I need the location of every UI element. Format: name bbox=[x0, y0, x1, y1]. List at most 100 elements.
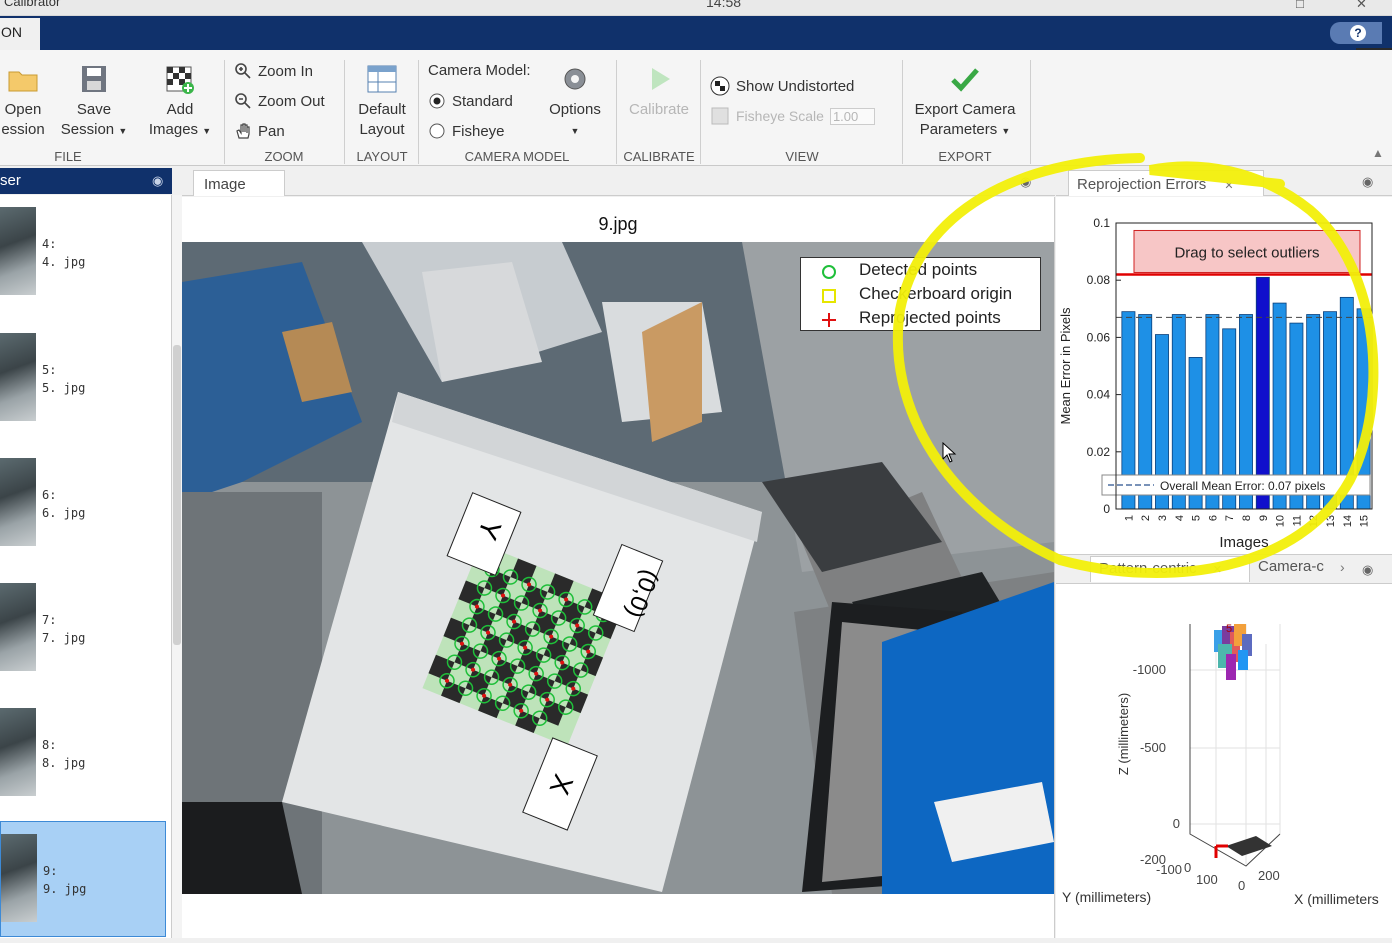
tab-image[interactable]: Image bbox=[193, 170, 285, 196]
extrinsics-3d-plot[interactable]: 5 -1000 -500 0 Z (millimeters) -200 -100… bbox=[1056, 584, 1392, 938]
item-file: 5. jpg bbox=[42, 381, 86, 395]
image-title: 9.jpg bbox=[598, 214, 638, 234]
bar-image-9[interactable] bbox=[1255, 276, 1270, 510]
y-tick: -100 bbox=[1156, 862, 1182, 877]
layout-grid-icon bbox=[367, 65, 397, 93]
calibration-photo[interactable]: Y (0,0) X bbox=[182, 242, 1054, 894]
export-label-1: Export Camera bbox=[914, 101, 1016, 118]
x-tick-label: 14 bbox=[1342, 515, 1354, 527]
add-images-button[interactable]: Add Images ▼ bbox=[142, 64, 218, 141]
browser-scrollbar[interactable] bbox=[172, 195, 182, 938]
drag-outliers-label: Drag to select outliers bbox=[1174, 244, 1319, 261]
section-export-label: EXPORT bbox=[938, 149, 992, 164]
list-item-selected[interactable]: 9: 9. jpg bbox=[0, 821, 166, 937]
panel-options-icon[interactable]: ◉ bbox=[1362, 174, 1373, 190]
list-item[interactable]: 8: 8. jpg bbox=[0, 696, 166, 812]
x-tick-label: 13 bbox=[1325, 515, 1337, 527]
section-zoom-label: ZOOM bbox=[264, 149, 304, 164]
panel-options-icon[interactable]: ◉ bbox=[152, 173, 163, 189]
x-tick-label: 15 bbox=[1359, 515, 1371, 527]
window-titlebar: Calibrator 14:58 □ ✕ bbox=[0, 0, 1392, 16]
list-item[interactable]: 5: 5. jpg bbox=[0, 321, 166, 437]
image-panel-tabbar: ◉ bbox=[182, 168, 1055, 196]
default-layout-label-2: Layout bbox=[359, 121, 405, 138]
x-tick: 200 bbox=[1258, 868, 1280, 883]
tab-pattern-centric[interactable]: Pattern-centric ✕ bbox=[1090, 556, 1250, 582]
reprojection-tab-label: Reprojection Errors bbox=[1077, 176, 1207, 193]
x-tick-label: 3 bbox=[1157, 515, 1169, 521]
fisheye-scale-control: Fisheye Scale 1.00 bbox=[710, 106, 876, 126]
chevron-down-icon: ▼ bbox=[202, 126, 212, 136]
radio-empty-icon bbox=[429, 123, 445, 139]
y-tick-label: 0.06 bbox=[1087, 330, 1111, 344]
pan-hand-icon bbox=[236, 123, 250, 139]
mean-error-legend-label: Overall Mean Error: 0.07 pixels bbox=[1160, 479, 1325, 493]
separator bbox=[224, 60, 225, 164]
collapse-toolstrip-icon[interactable]: ▲ bbox=[1372, 146, 1384, 160]
calibrate-button[interactable]: Calibrate bbox=[622, 64, 696, 120]
fisheye-scale-input[interactable]: 1.00 bbox=[829, 107, 876, 125]
fisheye-label: Fisheye bbox=[452, 122, 505, 140]
fisheye-radio[interactable]: Fisheye bbox=[428, 122, 505, 140]
image-thumbnail bbox=[0, 583, 36, 671]
x-tick-label: 5 bbox=[1191, 515, 1203, 521]
add-checkerboard-icon bbox=[166, 66, 194, 94]
x-tick: 0 bbox=[1238, 878, 1245, 893]
item-index: 9: bbox=[43, 864, 58, 878]
tab-reprojection-errors[interactable]: Reprojection Errors ✕ bbox=[1068, 170, 1264, 196]
extrinsics-panel: 5 -1000 -500 0 Z (millimeters) -200 -100… bbox=[1056, 584, 1392, 938]
tab-calibration[interactable]: ON bbox=[0, 18, 40, 50]
image-legend: Detected points Checkerboard origin Repr… bbox=[800, 257, 1041, 331]
pan-button[interactable]: Pan bbox=[234, 122, 285, 140]
open-session-label-2: ession bbox=[1, 121, 45, 138]
standard-radio[interactable]: Standard bbox=[428, 92, 513, 110]
image-thumbnail bbox=[0, 207, 36, 295]
item-index: 7: bbox=[42, 613, 57, 627]
y-tick: 100 bbox=[1196, 872, 1218, 887]
calibrate-label: Calibrate bbox=[628, 101, 690, 118]
list-item[interactable]: 6: 6. jpg bbox=[0, 446, 166, 562]
x-tick-label: 2 bbox=[1140, 515, 1152, 521]
x-tick-label: 7 bbox=[1224, 515, 1236, 521]
export-camera-parameters-button[interactable]: Export Camera Parameters ▼ bbox=[906, 64, 1024, 141]
save-session-label-1: Save bbox=[76, 101, 112, 118]
zoom-out-button[interactable]: Zoom Out bbox=[234, 92, 325, 110]
panel-options-icon[interactable]: ◉ bbox=[1362, 562, 1373, 578]
help-icon: ? bbox=[1350, 25, 1366, 41]
panel-options-icon[interactable]: ◉ bbox=[1020, 174, 1031, 190]
show-undistorted-label: Show Undistorted bbox=[736, 77, 855, 95]
app-title: Calibrator bbox=[4, 0, 61, 9]
options-button[interactable]: Options ▼ bbox=[540, 64, 610, 141]
chevron-right-icon[interactable]: › bbox=[1340, 559, 1345, 575]
camera-model-label: Camera Model: bbox=[428, 62, 531, 79]
photo-scene: Y (0,0) X bbox=[182, 242, 1054, 894]
chevron-down-icon: ▼ bbox=[1001, 126, 1011, 136]
pan-label: Pan bbox=[258, 122, 285, 140]
scrollbar-thumb[interactable] bbox=[173, 345, 181, 645]
save-session-button[interactable]: Save Session ▼ bbox=[56, 64, 132, 141]
close-window-icon[interactable]: ✕ bbox=[1356, 0, 1367, 12]
help-button[interactable]: ? bbox=[1330, 22, 1382, 44]
show-undistorted-button[interactable]: Show Undistorted bbox=[710, 76, 854, 96]
save-icon bbox=[82, 66, 106, 92]
item-file: 7. jpg bbox=[42, 631, 86, 645]
checkmark-icon bbox=[951, 68, 979, 92]
options-label: Options bbox=[549, 101, 601, 118]
open-session-button[interactable]: Open ession bbox=[0, 64, 46, 140]
tab-camera-centric[interactable]: Camera-c bbox=[1258, 558, 1324, 575]
z-tick: -500 bbox=[1140, 740, 1166, 755]
image-thumbnail bbox=[0, 333, 36, 421]
y-axis-label: Mean Error in Pixels bbox=[1058, 307, 1073, 425]
default-layout-button[interactable]: Default Layout bbox=[350, 64, 414, 140]
minimize-icon[interactable]: □ bbox=[1296, 0, 1304, 11]
list-item[interactable]: 4: 4. jpg bbox=[0, 195, 166, 311]
list-item[interactable]: 7: 7. jpg bbox=[0, 571, 166, 687]
reprojection-errors-chart[interactable]: 00.020.040.060.080.1 1 2 3 4 5 6 7 8 9 10 11 12 13 14… bbox=[1056, 197, 1392, 554]
item-file: 6. jpg bbox=[42, 506, 86, 520]
chevron-down-icon: ▼ bbox=[570, 126, 580, 136]
zoom-in-button[interactable]: Zoom In bbox=[234, 62, 313, 80]
close-tab-icon[interactable]: ✕ bbox=[1213, 564, 1222, 576]
save-session-label-2: Session bbox=[60, 121, 115, 138]
close-tab-icon[interactable]: ✕ bbox=[1224, 180, 1233, 192]
x-tick-label: 12 bbox=[1308, 515, 1320, 527]
